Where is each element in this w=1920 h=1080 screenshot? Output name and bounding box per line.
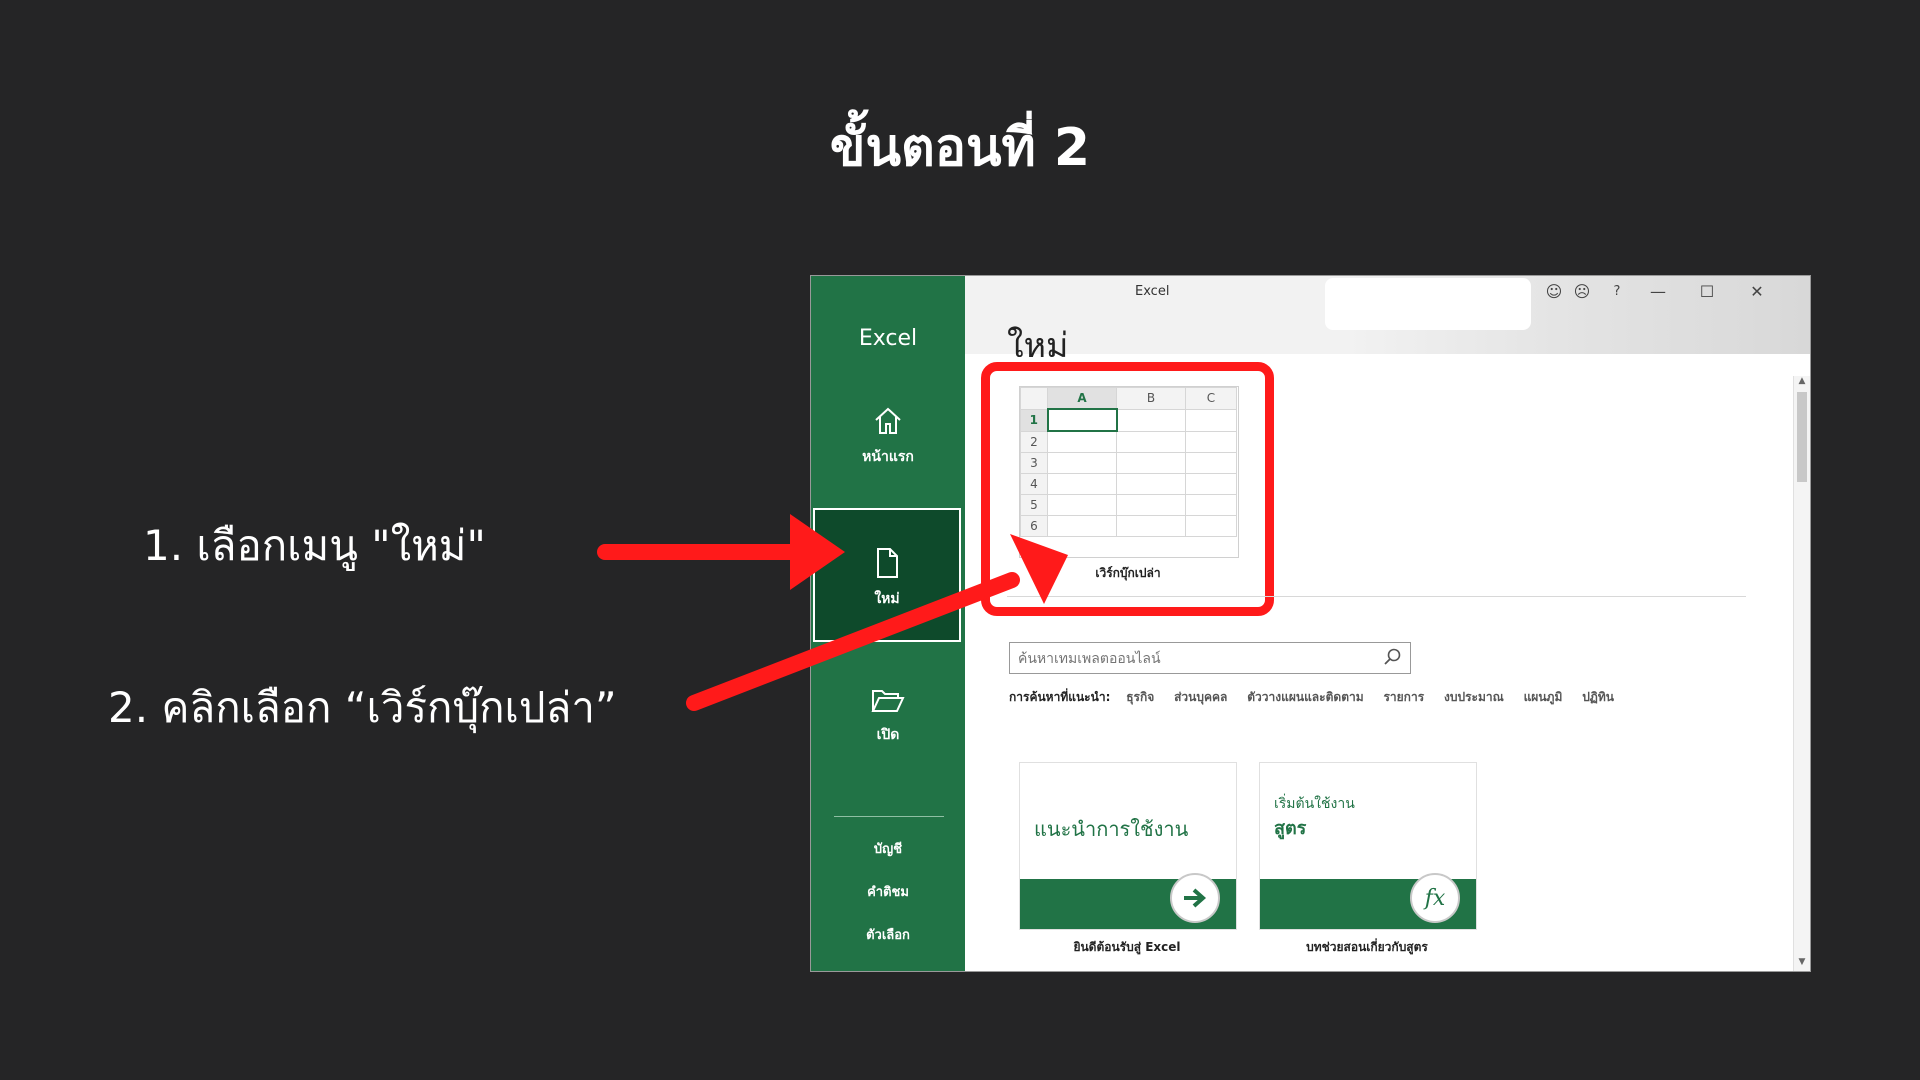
- slide-title: ขั้นตอนที่ 2: [829, 118, 1091, 178]
- suggested-search-link[interactable]: ตัววางแผนและติดตาม: [1247, 690, 1363, 704]
- column-header: B: [1116, 387, 1186, 410]
- row-header: 6: [1020, 515, 1048, 537]
- backstage-sidebar: Excel หน้าแรก ใหม่ เปิด บัญชี คำติชม ตัว: [811, 276, 965, 971]
- column-header: C: [1185, 387, 1237, 410]
- nav-open[interactable]: เปิด: [811, 686, 965, 756]
- close-button[interactable]: ✕: [1744, 282, 1770, 301]
- template-search[interactable]: [1009, 642, 1411, 674]
- scroll-down-icon[interactable]: ▼: [1794, 957, 1810, 971]
- suggested-searches: การค้นหาที่แนะนำ: ธุรกิจ ส่วนบุคคล ตัววา…: [1009, 688, 1630, 707]
- arrow-right-icon: [1170, 873, 1220, 923]
- template-caption[interactable]: บทช่วยสอนเกี่ยวกับสูตร: [1259, 938, 1475, 957]
- page-heading: ใหม่: [1007, 326, 1069, 366]
- minimize-button[interactable]: —: [1645, 282, 1671, 301]
- card-title: แนะนำการใช้งาน: [1034, 817, 1189, 841]
- search-input[interactable]: [1016, 647, 1370, 671]
- grid-cell: [1047, 452, 1117, 474]
- nav-new[interactable]: ใหม่: [813, 508, 961, 642]
- row-header: 2: [1020, 430, 1048, 453]
- blank-workbook-grid: A B C 1 2 3 4 5 6: [1020, 387, 1237, 537]
- grid-cell: [1185, 494, 1237, 516]
- folder-open-icon: [871, 690, 905, 712]
- row-header: 3: [1020, 452, 1048, 474]
- sidebar-divider: [834, 816, 944, 817]
- grid-cell: [1185, 473, 1237, 495]
- suggested-search-link[interactable]: แผนภูมิ: [1524, 690, 1563, 704]
- suggested-search-link[interactable]: ปฏิทิน: [1582, 690, 1614, 704]
- grid-cell: [1047, 430, 1117, 453]
- nav-home-label: หน้าแรก: [862, 449, 914, 465]
- grid-cell: [1047, 473, 1117, 495]
- blank-workbook-label[interactable]: เวิร์กบุ๊กเปล่า: [1019, 564, 1237, 583]
- grid-cell: [1116, 494, 1186, 516]
- grid-cell: [1185, 452, 1237, 474]
- title-bar: Excel ☺ ☹ ? — ☐ ✕: [965, 276, 1810, 354]
- app-brand: Excel: [858, 326, 918, 351]
- vertical-scrollbar[interactable]: ▲ ▼: [1793, 376, 1810, 971]
- suggested-search-link[interactable]: รายการ: [1383, 690, 1424, 704]
- card-title: สูตร: [1274, 818, 1307, 839]
- blank-workbook-template[interactable]: A B C 1 2 3 4 5 6: [1019, 386, 1239, 558]
- grid-cell: [1116, 452, 1186, 474]
- window-title: Excel: [1135, 284, 1170, 299]
- section-divider: [1007, 596, 1746, 597]
- fx-icon-text: fx: [1424, 885, 1446, 911]
- home-icon: [875, 407, 901, 434]
- card-subtitle: เริ่มต้นใช้งาน: [1274, 796, 1355, 812]
- suggested-search-link[interactable]: ธุรกิจ: [1126, 690, 1154, 704]
- grid-cell: [1185, 515, 1237, 537]
- help-icon[interactable]: ?: [1604, 284, 1630, 299]
- grid-cell: [1047, 494, 1117, 516]
- frown-icon[interactable]: ☹: [1569, 282, 1595, 301]
- grid-cell: [1116, 473, 1186, 495]
- nav-account[interactable]: บัญชี: [811, 838, 965, 859]
- nav-home[interactable]: หน้าแรก: [811, 404, 965, 474]
- step-one-text: 1. เลือกเมนู "ใหม่": [143, 521, 486, 570]
- row-header: 4: [1020, 473, 1048, 495]
- grid-cell: [1185, 408, 1237, 432]
- template-caption[interactable]: ยินดีต้อนรับสู่ Excel: [1019, 938, 1235, 957]
- grid-cell: [1047, 515, 1117, 537]
- row-header: 5: [1020, 494, 1048, 516]
- suggested-label: การค้นหาที่แนะนำ:: [1009, 690, 1111, 704]
- template-card-formulas[interactable]: เริ่มต้นใช้งาน สูตร fx: [1259, 762, 1477, 930]
- nav-new-label: ใหม่: [874, 591, 900, 607]
- template-card-welcome[interactable]: แนะนำการใช้งาน: [1019, 762, 1237, 930]
- suggested-search-link[interactable]: งบประมาณ: [1444, 690, 1504, 704]
- search-icon[interactable]: [1382, 647, 1402, 667]
- scroll-up-icon[interactable]: ▲: [1794, 376, 1810, 390]
- scroll-thumb[interactable]: [1797, 392, 1807, 482]
- grid-cell: [1116, 430, 1186, 453]
- suggested-search-link[interactable]: ส่วนบุคคล: [1174, 690, 1227, 704]
- grid-cell: [1116, 515, 1186, 537]
- grid-cell: [1116, 408, 1186, 432]
- row-header: 1: [1020, 408, 1048, 432]
- nav-options[interactable]: ตัวเลือก: [811, 924, 965, 945]
- grid-cell: [1185, 430, 1237, 453]
- grid-corner: [1020, 387, 1048, 410]
- step-two-text: 2. คลิกเลือก “เวิร์กบุ๊กเปล่า”: [108, 683, 617, 732]
- nav-feedback[interactable]: คำติชม: [811, 881, 965, 902]
- new-document-icon: [877, 548, 898, 578]
- nav-open-label: เปิด: [876, 727, 900, 743]
- backstage-main: Excel ☺ ☹ ? — ☐ ✕ ใหม่ A B C 1 2 3 4 5 6…: [965, 276, 1810, 971]
- maximize-button[interactable]: ☐: [1694, 282, 1720, 301]
- fx-icon: fx: [1410, 873, 1460, 923]
- column-header: A: [1047, 387, 1117, 410]
- excel-window: Excel หน้าแรก ใหม่ เปิด บัญชี คำติชม ตัว: [811, 276, 1810, 971]
- account-area[interactable]: [1325, 278, 1531, 330]
- smile-icon[interactable]: ☺: [1541, 282, 1567, 301]
- selected-cell: [1046, 408, 1118, 432]
